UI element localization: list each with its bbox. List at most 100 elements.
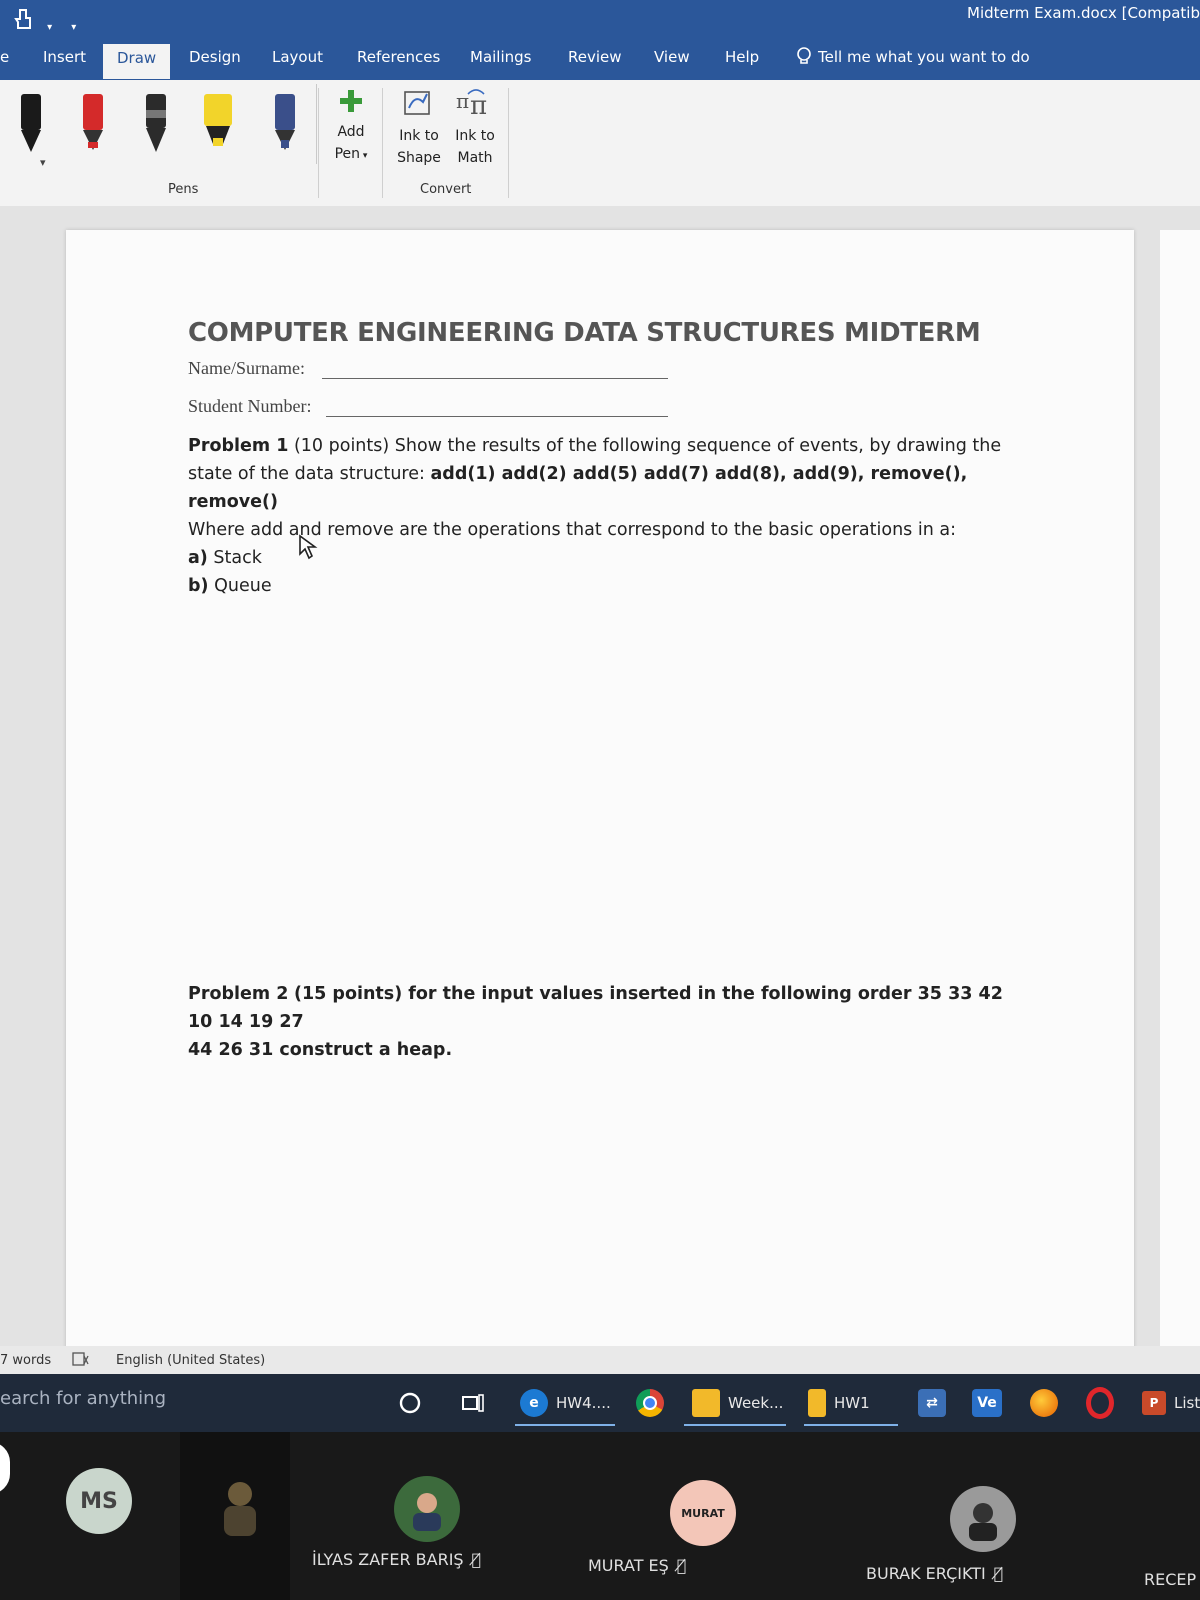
participant-photo-icon — [413, 1493, 441, 1531]
ribbon-tab-bar: e Insert Draw Design Layout References M… — [0, 36, 1200, 80]
folder-icon — [692, 1389, 720, 1417]
add-pen-label-2: Pen — [334, 146, 361, 162]
pens-gallery: ▾ — [0, 84, 317, 169]
lightbulb-icon — [797, 47, 811, 64]
problem-1-points: (10 points) Show the results of the foll… — [293, 436, 1002, 456]
taskbar-app-opera[interactable] — [1086, 1374, 1114, 1432]
mic-muted-icon: 🎙̸ — [471, 1550, 482, 1569]
proofing-icon[interactable] — [72, 1352, 90, 1366]
language-indicator[interactable]: English (United States) — [116, 1353, 265, 1368]
tab-help[interactable]: Help — [725, 48, 759, 66]
participant-avatar[interactable] — [0, 1442, 10, 1494]
taskbar-app-chrome[interactable] — [636, 1374, 664, 1432]
customize-qat-chevron-icon[interactable]: ▾ — [47, 22, 52, 33]
quick-access-toolbar[interactable]: ▾ ▾ — [12, 8, 76, 34]
tab-home[interactable]: e — [0, 48, 9, 66]
app-running-indicator — [515, 1424, 615, 1426]
participant-photo-icon — [969, 1503, 997, 1541]
ink-to-shape-button[interactable]: Ink to Shape — [392, 86, 446, 169]
problem-1: Problem 1 (10 points) Show the results o… — [188, 432, 1008, 600]
participant-avatar-ilyas[interactable] — [394, 1476, 460, 1542]
taskbar-app-label: HW1 — [834, 1394, 870, 1412]
highlighter-yellow-icon[interactable] — [201, 92, 235, 154]
participant-avatar-burak[interactable] — [950, 1486, 1016, 1552]
tab-review[interactable]: Review — [568, 48, 622, 66]
participant-photo-icon — [224, 1482, 256, 1536]
name-surname-line — [322, 378, 668, 379]
pencil-dark-icon[interactable] — [139, 92, 173, 154]
tab-design[interactable]: Design — [189, 48, 241, 66]
cortana-circle-icon — [399, 1392, 421, 1414]
word-count[interactable]: 7 words — [0, 1353, 51, 1368]
document-area[interactable]: COMPUTER ENGINEERING DATA STRUCTURES MID… — [0, 206, 1200, 1366]
taskbar-app-label: Week... — [728, 1394, 784, 1412]
tell-me-search[interactable]: Tell me what you want to do — [796, 47, 1030, 67]
document-page[interactable]: COMPUTER ENGINEERING DATA STRUCTURES MID… — [66, 230, 1134, 1366]
title-bar: ▾ ▾ Midterm Exam.docx [Compatib — [0, 0, 1200, 36]
problem-2-line1: (15 points) for the input values inserte… — [188, 984, 1003, 1032]
student-number-line — [326, 416, 668, 417]
taskbar-app-label: List — [1174, 1394, 1200, 1412]
folder-icon — [808, 1389, 826, 1417]
pen-red-icon[interactable] — [76, 92, 110, 154]
participant-video-tile[interactable] — [180, 1432, 290, 1600]
qat-more-icon[interactable]: ▾ — [71, 22, 76, 33]
svg-text:π: π — [456, 89, 469, 113]
tab-mailings[interactable]: Mailings — [470, 48, 531, 66]
ink-to-shape-icon — [404, 91, 430, 115]
ink-to-math-label-2: Math — [457, 150, 493, 166]
taskbar-app-label: HW4.... — [556, 1394, 611, 1412]
participant-name-burak: BURAK ERÇIKTI 🎙̸ — [866, 1564, 1003, 1583]
exam-title: COMPUTER ENGINEERING DATA STRUCTURES MID… — [188, 318, 981, 348]
pen-blue-icon[interactable] — [268, 92, 302, 154]
group-separator — [508, 88, 509, 198]
meeting-participants-strip: MS İLYAS ZAFER BARIŞ 🎙̸ MURAT MURAT EŞ 🎙… — [0, 1432, 1200, 1600]
ve-app-icon: Ve — [972, 1389, 1002, 1417]
taskbar-app-firefox[interactable] — [1030, 1374, 1058, 1432]
group-separator — [382, 88, 383, 198]
tab-insert[interactable]: Insert — [43, 48, 86, 66]
participant-name-murat: MURAT EŞ 🎙̸ — [588, 1556, 686, 1575]
convert-group-label: Convert — [420, 182, 472, 197]
plus-icon — [340, 90, 362, 112]
tab-draw[interactable]: Draw — [103, 44, 171, 79]
draw-ribbon: ▾ Add Pen ▾ Ink to Shape ππ Ink to Math … — [0, 80, 1200, 207]
task-view-button[interactable] — [460, 1374, 486, 1432]
ink-to-math-button[interactable]: ππ Ink to Math — [448, 86, 502, 169]
tab-layout[interactable]: Layout — [272, 48, 323, 66]
powerpoint-icon: P — [1142, 1391, 1166, 1415]
problem-1-b: Queue — [214, 576, 272, 596]
participant-name-ilyas: İLYAS ZAFER BARIŞ 🎙̸ — [312, 1550, 481, 1569]
pens-gallery-more-chevron-icon[interactable]: ▾ — [40, 156, 46, 169]
taskbar-app-powerpoint[interactable]: P List — [1142, 1374, 1200, 1432]
pen-black-icon[interactable] — [14, 92, 48, 154]
ink-to-shape-label-1: Ink to — [399, 128, 439, 144]
cortana-button[interactable] — [398, 1374, 422, 1432]
status-bar: 7 words English (United States) — [0, 1346, 1200, 1374]
taskbar-app-network[interactable]: ⇄ — [918, 1374, 946, 1432]
firefox-icon — [1030, 1389, 1058, 1417]
taskbar-app-ve[interactable]: Ve — [972, 1374, 1002, 1432]
mic-muted-icon: 🎙̸ — [993, 1564, 1004, 1583]
next-page-edge — [1160, 230, 1200, 1366]
mouse-cursor-icon — [299, 534, 318, 560]
taskbar: earch for anything e HW4.... Week... HW1… — [0, 1374, 1200, 1432]
pens-group-label: Pens — [168, 182, 199, 197]
edge-icon: e — [520, 1389, 548, 1417]
problem-2: Problem 2 (15 points) for the input valu… — [188, 980, 1008, 1064]
participant-avatar[interactable]: MS — [66, 1468, 132, 1534]
name-surname-label: Name/Surname: — [188, 358, 305, 378]
ink-to-math-label-1: Ink to — [455, 128, 495, 144]
add-pen-label-1: Add — [337, 124, 365, 140]
problem-1-b-label: b) — [188, 576, 209, 596]
participant-name: BURAK ERÇIKTI — [866, 1564, 986, 1583]
taskbar-search-input[interactable]: earch for anything — [0, 1388, 166, 1409]
touch-mode-icon[interactable] — [12, 8, 36, 30]
problem-1-a: Stack — [213, 548, 262, 568]
tab-view[interactable]: View — [654, 48, 690, 66]
tab-references[interactable]: References — [357, 48, 440, 66]
add-pen-button[interactable]: Add Pen ▾ — [326, 88, 376, 167]
problem-1-a-label: a) — [188, 548, 208, 568]
participant-name-recep: RECEP — [1144, 1570, 1196, 1589]
participant-avatar-murat[interactable]: MURAT — [670, 1480, 736, 1546]
